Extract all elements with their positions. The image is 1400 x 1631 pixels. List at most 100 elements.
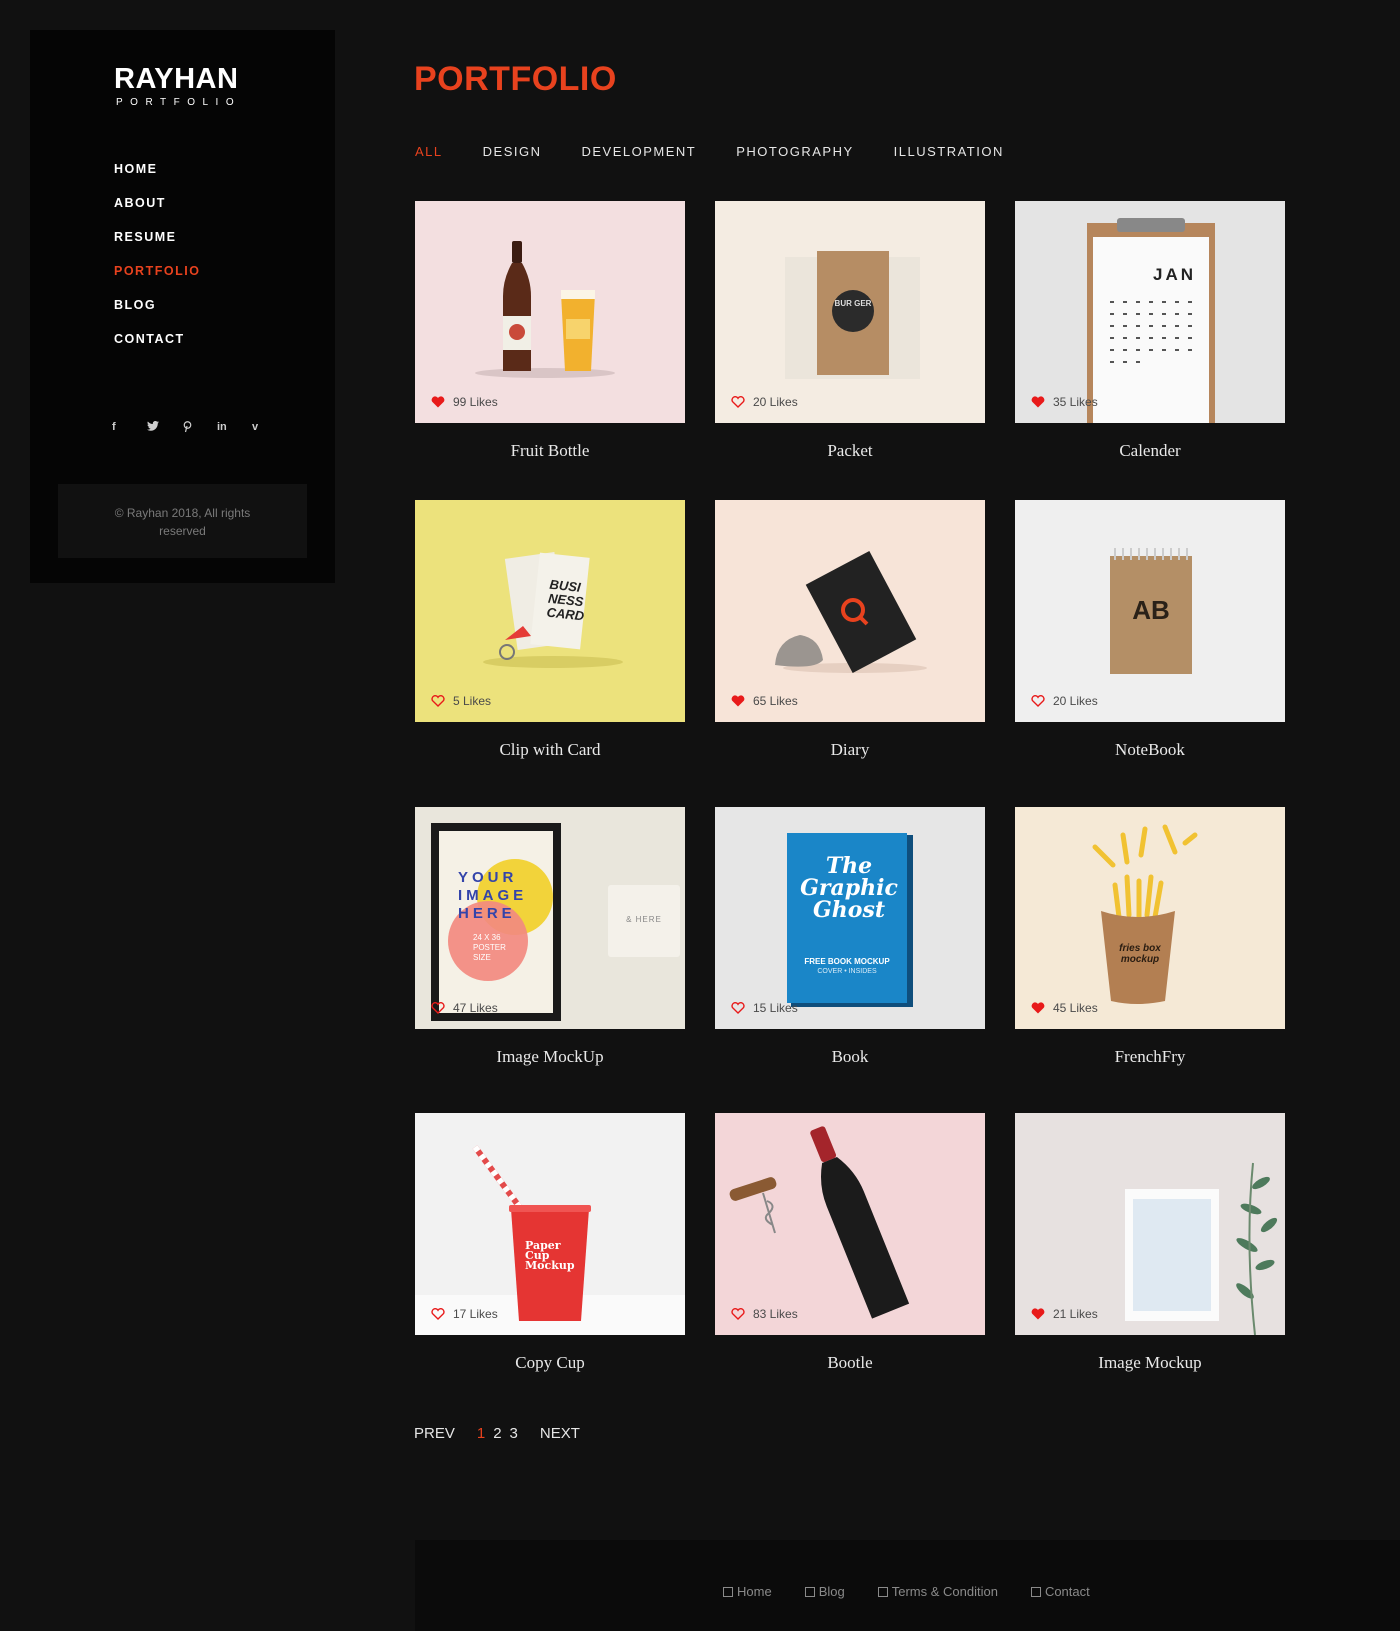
heart-outline-icon xyxy=(731,1308,745,1320)
heart-outline-icon xyxy=(731,1002,745,1014)
linkedin-icon[interactable]: in xyxy=(217,421,252,436)
portfolio-card: AB 20 Likes NoteBook xyxy=(1015,500,1285,760)
page-3[interactable]: 3 xyxy=(510,1425,518,1442)
likes-button[interactable]: 47 Likes xyxy=(431,1001,498,1015)
footer-link-home[interactable]: Home xyxy=(723,1584,772,1599)
card-title[interactable]: Packet xyxy=(715,441,985,461)
likes-button[interactable]: 83 Likes xyxy=(731,1307,798,1321)
card-title[interactable]: Image Mockup xyxy=(1015,1353,1285,1373)
portfolio-card: 99 Likes Fruit Bottle xyxy=(415,201,685,461)
page-2[interactable]: 2 xyxy=(493,1425,501,1442)
heart-icon xyxy=(1031,1002,1045,1014)
square-icon xyxy=(723,1586,733,1597)
card-image[interactable]: 65 Likes xyxy=(715,500,985,722)
card-title[interactable]: Copy Cup xyxy=(415,1353,685,1373)
heart-icon xyxy=(1031,396,1045,408)
portfolio-card: Paper Cup Mockup 17 Likes Copy Cup xyxy=(415,1113,685,1373)
card-title[interactable]: Image MockUp xyxy=(415,1047,685,1067)
logo[interactable]: RAYHAN PORTFOLIO xyxy=(114,65,242,109)
card-title[interactable]: Diary xyxy=(715,740,985,760)
likes-button[interactable]: 20 Likes xyxy=(731,395,798,409)
main-nav: HOME ABOUT RESUME PORTFOLIO BLOG CONTACT xyxy=(114,161,200,365)
portfolio-card: 21 Likes Image Mockup xyxy=(1015,1113,1285,1373)
filter-all[interactable]: ALL xyxy=(415,144,443,159)
likes-button[interactable]: 45 Likes xyxy=(1031,1001,1098,1015)
likes-count: 15 Likes xyxy=(753,1001,798,1015)
card-image[interactable]: BUR GER 20 Likes xyxy=(715,201,985,423)
footer-link-blog[interactable]: Blog xyxy=(804,1584,845,1599)
portfolio-card: 65 Likes Diary xyxy=(715,500,985,760)
likes-count: 20 Likes xyxy=(1053,694,1098,708)
prev-page-button[interactable]: PREV xyxy=(414,1425,455,1442)
copyright: © Rayhan 2018, All rights reserved xyxy=(58,484,307,558)
filter-photography[interactable]: PHOTOGRAPHY xyxy=(736,144,853,159)
poster-size: 24 X 36 POSTER SIZE xyxy=(473,933,506,962)
heart-icon xyxy=(731,695,745,707)
nav-resume[interactable]: RESUME xyxy=(114,229,200,263)
filter-design[interactable]: DESIGN xyxy=(483,144,542,159)
nav-blog[interactable]: BLOG xyxy=(114,297,200,331)
likes-count: 47 Likes xyxy=(453,1001,498,1015)
card-image[interactable]: 99 Likes xyxy=(415,201,685,423)
likes-count: 65 Likes xyxy=(753,694,798,708)
nav-about[interactable]: ABOUT xyxy=(114,195,200,229)
likes-button[interactable]: 20 Likes xyxy=(1031,694,1098,708)
heart-outline-icon xyxy=(431,695,445,707)
nav-home[interactable]: HOME xyxy=(114,161,200,195)
portfolio-card: The Graphic Ghost FREE BOOK MOCKUP COVER… xyxy=(715,807,985,1067)
next-page-button[interactable]: NEXT xyxy=(540,1425,580,1442)
twitter-icon[interactable] xyxy=(147,420,182,436)
likes-button[interactable]: 99 Likes xyxy=(431,395,498,409)
calendar-month: JAN xyxy=(1153,265,1197,284)
vimeo-icon[interactable]: v xyxy=(252,421,287,436)
likes-button[interactable]: 5 Likes xyxy=(431,694,491,708)
book-title: The Graphic Ghost xyxy=(800,853,898,923)
nav-contact[interactable]: CONTACT xyxy=(114,331,200,365)
card-title[interactable]: Fruit Bottle xyxy=(415,441,685,461)
pinterest-icon[interactable] xyxy=(182,421,217,436)
footer-link-contact[interactable]: Contact xyxy=(1030,1584,1090,1599)
card-title[interactable]: Calender xyxy=(1015,441,1285,461)
nav-portfolio[interactable]: PORTFOLIO xyxy=(114,263,200,297)
likes-button[interactable]: 65 Likes xyxy=(731,694,798,708)
card-image[interactable]: BUSI NESS CARD 5 Likes xyxy=(415,500,685,722)
facebook-icon[interactable]: f xyxy=(112,421,147,436)
portfolio-card: JAN 35 Likes Calender xyxy=(1015,201,1285,461)
poster-text: YOUR IMAGE HERE xyxy=(458,869,528,922)
heart-outline-icon xyxy=(1031,695,1045,707)
card-title[interactable]: Book xyxy=(715,1047,985,1067)
card-image[interactable]: YOUR IMAGE HERE 24 X 36 POSTER SIZE & HE… xyxy=(415,807,685,1029)
filter-illustration[interactable]: ILLUSTRATION xyxy=(894,144,1004,159)
likes-button[interactable]: 21 Likes xyxy=(1031,1307,1098,1321)
filter-development[interactable]: DEVELOPMENT xyxy=(581,144,696,159)
card-image[interactable]: The Graphic Ghost FREE BOOK MOCKUP COVER… xyxy=(715,807,985,1029)
logo-tagline: PORTFOLIO xyxy=(116,97,242,108)
likes-count: 17 Likes xyxy=(453,1307,498,1321)
card-image[interactable]: AB 20 Likes xyxy=(1015,500,1285,722)
card-image[interactable]: Paper Cup Mockup 17 Likes xyxy=(415,1113,685,1335)
page-1[interactable]: 1 xyxy=(477,1425,485,1442)
cup-text: Paper Cup Mockup xyxy=(525,1239,575,1272)
card-image[interactable]: 83 Likes xyxy=(715,1113,985,1335)
card-title[interactable]: Bootle xyxy=(715,1353,985,1373)
card-title[interactable]: FrenchFry xyxy=(1015,1047,1285,1067)
square-icon xyxy=(877,1586,888,1597)
heart-outline-icon xyxy=(431,1308,445,1320)
social-links: f in v xyxy=(112,420,287,436)
footer-link-terms[interactable]: Terms & Condition xyxy=(877,1584,998,1599)
card-title[interactable]: Clip with Card xyxy=(415,740,685,760)
card-text: BUSI NESS CARD xyxy=(545,576,585,624)
card-image[interactable]: fries box mockup 45 Likes xyxy=(1015,807,1285,1029)
card-title[interactable]: NoteBook xyxy=(1015,740,1285,760)
heart-icon xyxy=(1031,1308,1045,1320)
book-caption: FREE BOOK MOCKUP xyxy=(804,957,890,966)
likes-button[interactable]: 17 Likes xyxy=(431,1307,498,1321)
card-image[interactable]: JAN 35 Likes xyxy=(1015,201,1285,423)
notebook-mark: AB xyxy=(1132,595,1170,625)
card-image[interactable]: 21 Likes xyxy=(1015,1113,1285,1335)
likes-count: 20 Likes xyxy=(753,395,798,409)
footer: Home Blog Terms & Condition Contact xyxy=(415,1540,1400,1631)
likes-button[interactable]: 15 Likes xyxy=(731,1001,798,1015)
likes-button[interactable]: 35 Likes xyxy=(1031,395,1098,409)
portfolio-card: 83 Likes Bootle xyxy=(715,1113,985,1373)
